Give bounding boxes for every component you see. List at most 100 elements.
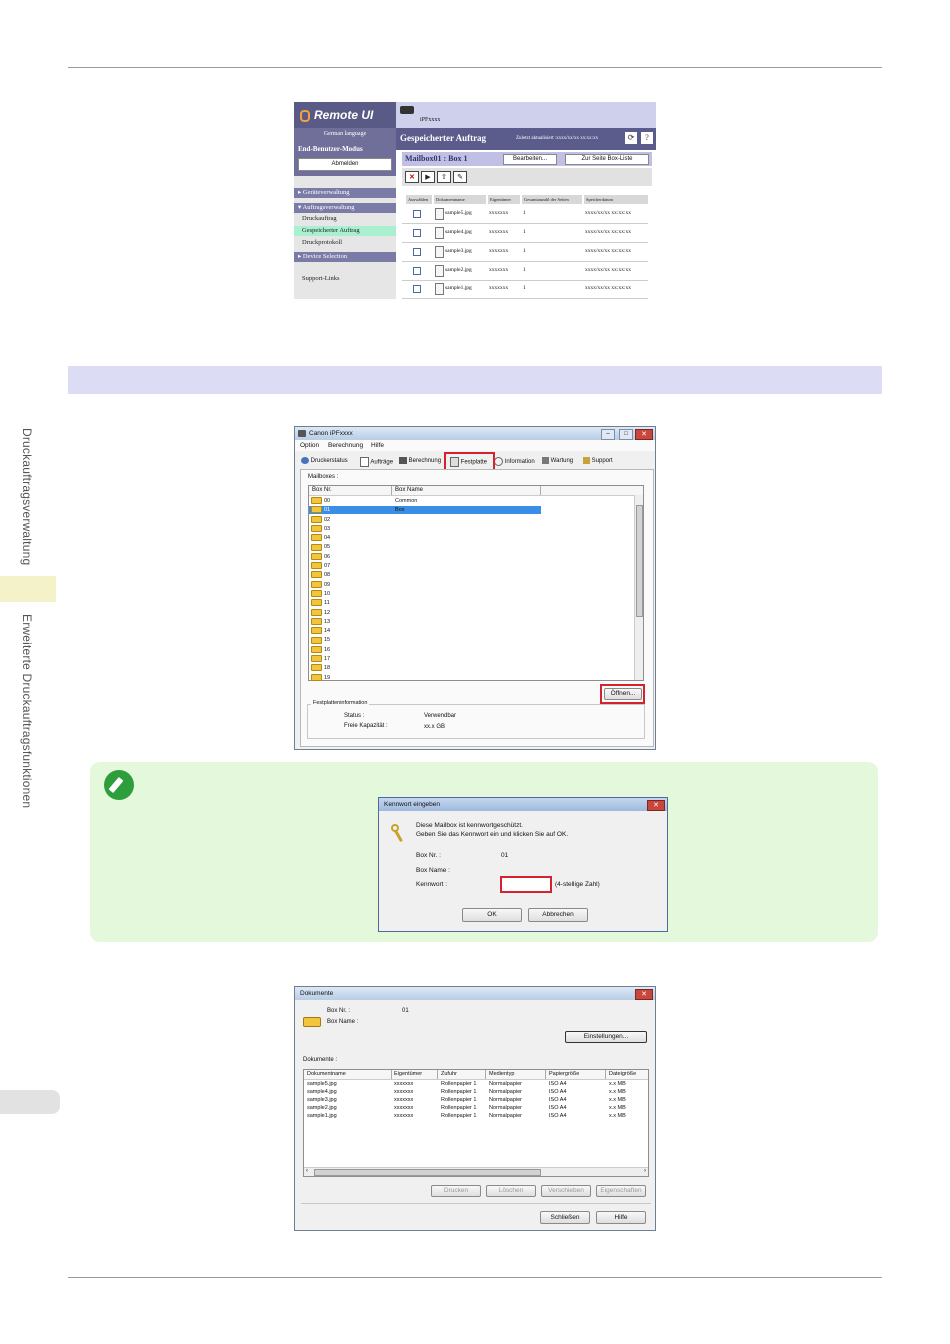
scrollbar-thumb[interactable] [314, 1169, 541, 1176]
list-item[interactable]: 08 [311, 571, 330, 580]
refresh-icon[interactable]: ⟳ [625, 132, 637, 144]
close-icon[interactable]: ✕ [647, 800, 665, 811]
menu-option[interactable]: Option [300, 440, 319, 451]
edit-button[interactable]: Bearbeiten... [503, 154, 557, 165]
list-item[interactable]: 00 Common Box [311, 497, 417, 513]
table-row[interactable]: sample1.jpg xxxxxxx Rollenpapier 1 Normalpa… [307, 1112, 647, 1120]
list-item[interactable]: 02 [311, 515, 330, 525]
row-checkbox[interactable] [413, 267, 421, 275]
col-owner[interactable]: Eigentümer [394, 1071, 422, 1077]
maximize-icon[interactable]: □ [619, 429, 633, 440]
tab-jobs[interactable]: Aufträge [360, 457, 393, 467]
tab-printer-status[interactable]: Druckerstatus [301, 457, 348, 464]
table-row[interactable]: sample5.jpg xxxxxxx Rollenpapier 1 Normalpa… [307, 1080, 647, 1088]
tab-calculation[interactable]: Berechnung [399, 457, 441, 464]
delete-button[interactable]: Löschen [486, 1185, 536, 1197]
row-docname[interactable]: sample3.jpg [445, 248, 472, 254]
list-item[interactable]: 04 [311, 534, 330, 543]
cancel-button[interactable]: Abbrechen [528, 908, 588, 922]
print-icon[interactable]: ▶ [421, 171, 435, 183]
nav-print-job[interactable]: Druckauftrag [302, 215, 337, 222]
list-item[interactable]: 15 [311, 636, 330, 645]
row-checkbox[interactable] [413, 229, 421, 237]
row-checkbox[interactable] [413, 248, 421, 256]
list-item[interactable]: 10 [311, 590, 330, 599]
document-icon [435, 208, 444, 220]
password-dialog: Kennwort eingeben ✕ Diese Mailbox ist ke… [378, 797, 668, 932]
list-item[interactable]: 16 [311, 645, 330, 655]
list-item[interactable]: 06 [311, 552, 330, 562]
properties-icon[interactable]: ✎ [453, 171, 467, 183]
list-item[interactable]: 12 [311, 608, 330, 618]
vertical-scrollbar[interactable] [634, 495, 643, 680]
tab-maintenance[interactable]: Wartung [542, 457, 573, 464]
app-icon [298, 430, 306, 437]
scroll-right-icon[interactable]: › [644, 1168, 646, 1174]
row-checkbox[interactable] [413, 285, 421, 293]
nav-stored-job[interactable]: Gespeicherter Auftrag [302, 227, 360, 234]
documents-list-header: Dokumentname Eigentümer Zufuhr Medientyp… [304, 1070, 648, 1080]
print-button[interactable]: Drucken [431, 1185, 481, 1197]
help-button[interactable]: Hilfe [596, 1211, 646, 1224]
box-list-button[interactable]: Zur Seite Box-Liste [565, 154, 649, 165]
minimize-icon[interactable]: – [601, 429, 615, 440]
side-tab-grey [0, 1090, 60, 1114]
table-row[interactable]: sample3.jpg xxxxxxx Rollenpapier 1 Normalpa… [307, 1096, 647, 1104]
col-docname[interactable]: Dokumentname [307, 1071, 346, 1077]
close-button[interactable]: Schließen [540, 1211, 590, 1224]
list-item[interactable]: 01 [311, 506, 330, 515]
list-item[interactable]: 03 [311, 524, 330, 534]
col-box-nr[interactable]: Box Nr. [312, 487, 332, 493]
nav-device-management[interactable]: ▸ Geräteverwaltung [294, 188, 396, 198]
list-item[interactable]: 17 [311, 655, 330, 664]
list-item[interactable]: 07 [311, 562, 330, 571]
col-box-name[interactable]: Box Name [395, 487, 423, 493]
move-icon[interactable]: ⇧ [437, 171, 451, 183]
nav-device-selection[interactable]: ▸ Device Selection [294, 252, 396, 262]
row-docname[interactable]: sample5.jpg [445, 210, 472, 216]
col-paper-size[interactable]: Papiergröße [549, 1071, 579, 1077]
documents-title-bar: Dokumente ✕ [295, 987, 655, 1000]
nav-job-management[interactable]: ▾ Auftragsverwaltung [294, 203, 396, 213]
docs-box-nr-value: 01 [402, 1008, 409, 1014]
row-date: xxxx/xx/xx xx:xx:xx [585, 285, 631, 291]
horizontal-scrollbar[interactable]: ‹ › [304, 1167, 648, 1176]
col-media[interactable]: Medientyp [489, 1071, 514, 1077]
nav-support-links[interactable]: Support-Links [302, 275, 340, 282]
menu-calculation[interactable]: Berechnung [328, 440, 363, 451]
documents-list[interactable]: Dokumentname Eigentümer Zufuhr Medientyp… [303, 1069, 649, 1177]
password-input[interactable] [500, 876, 552, 893]
menu-help[interactable]: Hilfe [371, 440, 384, 451]
list-item[interactable]: 13 [311, 617, 330, 627]
row-checkbox[interactable] [413, 210, 421, 218]
properties-button[interactable]: Eigenschaften [596, 1185, 646, 1197]
col-file-size[interactable]: Dateigröße [609, 1071, 636, 1077]
scrollbar-thumb[interactable] [636, 505, 643, 617]
list-item[interactable]: 09 [311, 580, 330, 590]
list-item[interactable]: 05 [311, 543, 330, 552]
nav-print-log[interactable]: Druckprotokoll [302, 239, 342, 246]
close-icon[interactable]: ✕ [635, 429, 653, 440]
close-icon[interactable]: ✕ [635, 989, 653, 1000]
row-docname[interactable]: sample1.jpg [445, 285, 472, 291]
col-feed[interactable]: Zufuhr [441, 1071, 457, 1077]
list-item[interactable]: 14 [311, 627, 330, 636]
row-docname[interactable]: sample2.jpg [445, 267, 472, 273]
logout-button[interactable]: Abmelden [298, 158, 392, 171]
tab-information[interactable]: Information [494, 457, 535, 466]
ok-button[interactable]: OK [462, 908, 522, 922]
table-row[interactable]: sample2.jpg xxxxxxx Rollenpapier 1 Normalpa… [307, 1104, 647, 1112]
row-docname[interactable]: sample4.jpg [445, 229, 472, 235]
language-link[interactable]: German language [294, 131, 396, 137]
list-item[interactable]: 18 [311, 664, 330, 673]
mailbox-list[interactable]: Box Nr. Box Name 00 Common Box 01 02 03 0… [308, 485, 644, 681]
scroll-left-icon[interactable]: ‹ [306, 1168, 308, 1174]
list-item[interactable]: 11 [311, 599, 330, 608]
settings-button[interactable]: Einstellungen... [565, 1031, 647, 1043]
help-icon[interactable]: ? [641, 132, 653, 144]
list-item[interactable]: 19 [311, 673, 330, 683]
move-button[interactable]: Verschieben [541, 1185, 591, 1197]
delete-icon[interactable]: ✕ [405, 171, 419, 183]
tab-support[interactable]: Support [583, 457, 613, 464]
table-row[interactable]: sample4.jpg xxxxxxx Rollenpapier 1 Normalpa… [307, 1088, 647, 1096]
